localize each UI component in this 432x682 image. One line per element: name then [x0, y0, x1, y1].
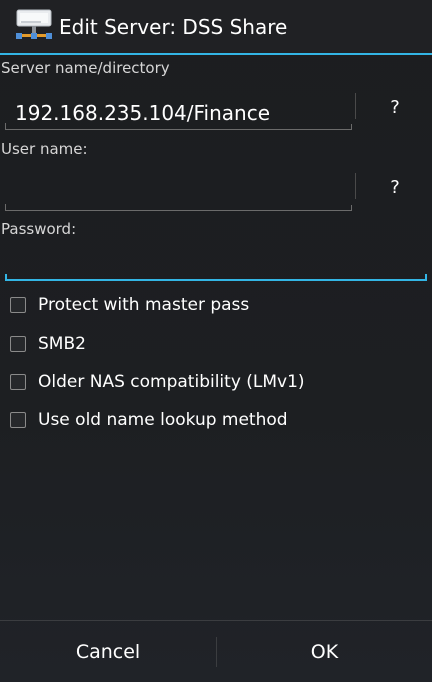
server-help-button[interactable]: ? [370, 88, 420, 128]
smb2-label: SMB2 [38, 334, 86, 354]
user-name-underline [5, 204, 352, 211]
user-help-button[interactable]: ? [370, 168, 420, 208]
password-underline-focused [5, 274, 427, 281]
cancel-button[interactable]: Cancel [0, 621, 216, 682]
user-name-label: User name: [1, 140, 88, 158]
user-help-divider [355, 173, 356, 199]
ok-button[interactable]: OK [217, 621, 432, 682]
dialog-title: Edit Server: DSS Share [59, 15, 288, 39]
server-name-underline [5, 123, 352, 130]
old-name-lookup-label: Use old name lookup method [38, 410, 288, 430]
smb2-option[interactable]: SMB2 [8, 330, 428, 362]
dialog-title-bar: Edit Server: DSS Share [0, 0, 432, 53]
password-label: Password: [1, 220, 77, 238]
network-server-icon [16, 9, 52, 39]
smb2-checkbox[interactable] [10, 336, 26, 352]
protect-master-pass-option[interactable]: Protect with master pass [8, 291, 428, 323]
older-nas-option[interactable]: Older NAS compatibility (LMv1) [8, 368, 428, 400]
older-nas-checkbox[interactable] [10, 374, 26, 390]
protect-master-pass-label: Protect with master pass [38, 295, 250, 315]
server-name-label: Server name/directory [1, 59, 170, 77]
edit-server-dialog: Edit Server: DSS Share Server name/direc… [0, 0, 432, 682]
password-input[interactable] [5, 244, 427, 282]
dialog-button-bar: Cancel OK [0, 620, 432, 682]
server-help-divider [355, 93, 356, 119]
title-divider [0, 53, 432, 55]
old-name-lookup-checkbox[interactable] [10, 412, 26, 428]
user-name-input[interactable] [5, 170, 350, 208]
older-nas-label: Older NAS compatibility (LMv1) [38, 372, 305, 392]
old-name-lookup-option[interactable]: Use old name lookup method [8, 406, 428, 438]
protect-master-pass-checkbox[interactable] [10, 297, 26, 313]
